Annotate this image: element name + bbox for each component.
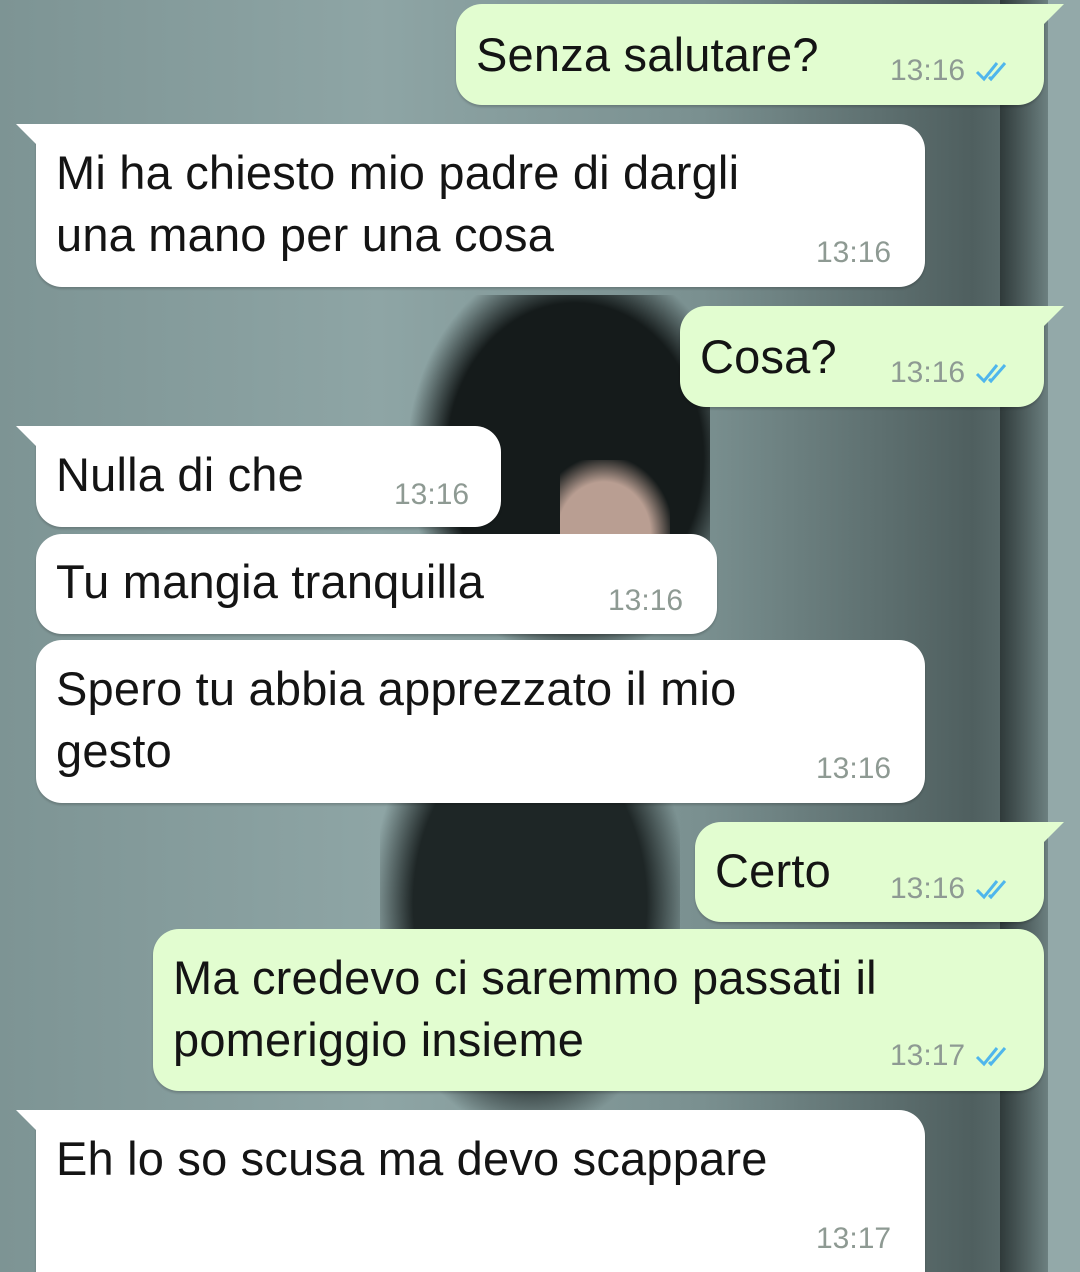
- message-text: Ma credevo ci saremmo passati il pomerig…: [173, 951, 877, 1066]
- message-text: Tu mangia tranquilla: [56, 555, 485, 608]
- bubble-tail: [1042, 4, 1064, 26]
- message-time: 13:16: [394, 478, 470, 511]
- message-bubble-incoming[interactable]: Tu mangia tranquilla 13:16: [36, 534, 717, 634]
- message-meta: 13:16: [890, 54, 1013, 88]
- double-check-icon: [976, 1047, 1007, 1067]
- message-meta: 13:16: [816, 752, 891, 786]
- message-time: 13:16: [816, 752, 892, 785]
- message-meta: 13:16: [816, 236, 891, 270]
- message-meta: 13:17: [890, 1039, 1013, 1073]
- message-meta: 13:16: [394, 478, 469, 512]
- message-bubble-outgoing[interactable]: Certo 13:16: [695, 822, 1064, 922]
- message-bubble-outgoing[interactable]: Ma credevo ci saremmo passati il pomerig…: [153, 929, 1044, 1091]
- message-text: Cosa?: [700, 330, 837, 383]
- message-bubble-incoming[interactable]: Eh lo so scusa ma devo scappare 13:17: [16, 1110, 925, 1272]
- message-text: Certo: [715, 844, 831, 897]
- message-time: 13:16: [608, 584, 684, 617]
- message-time: 13:17: [890, 1039, 966, 1072]
- double-check-icon: [976, 62, 1007, 82]
- bubble-tail: [16, 1110, 38, 1132]
- bubble-tail: [16, 426, 38, 448]
- message-text: Spero tu abbia apprezzato il mio gesto: [56, 662, 737, 777]
- wallpaper-wall-edge: [1048, 0, 1080, 1272]
- message-time: 13:17: [816, 1222, 892, 1255]
- message-text: Nulla di che: [56, 448, 304, 501]
- message-bubble-incoming[interactable]: Nulla di che 13:16: [16, 426, 501, 527]
- message-meta: 13:16: [890, 356, 1013, 390]
- double-check-icon: [976, 880, 1007, 900]
- message-bubble-incoming[interactable]: Spero tu abbia apprezzato il mio gesto 1…: [36, 640, 925, 803]
- bubble-tail: [1042, 822, 1064, 844]
- message-text: Eh lo so scusa ma devo scappare: [56, 1132, 768, 1185]
- message-meta: 13:16: [890, 872, 1013, 906]
- message-time: 13:16: [890, 872, 966, 905]
- message-bubble-outgoing[interactable]: Senza salutare? 13:16: [456, 4, 1064, 105]
- message-meta: 13:16: [608, 584, 683, 618]
- message-text: Senza salutare?: [476, 28, 819, 81]
- message-meta: 13:17: [816, 1222, 891, 1256]
- double-check-icon: [976, 364, 1007, 384]
- message-time: 13:16: [890, 356, 966, 389]
- message-bubble-incoming[interactable]: Mi ha chiesto mio padre di dargli una ma…: [16, 124, 925, 287]
- bubble-tail: [16, 124, 38, 146]
- message-time: 13:16: [890, 54, 966, 87]
- message-time: 13:16: [816, 236, 892, 269]
- message-text: Mi ha chiesto mio padre di dargli una ma…: [56, 146, 740, 261]
- bubble-tail: [1042, 306, 1064, 328]
- message-bubble-outgoing[interactable]: Cosa? 13:16: [680, 306, 1064, 407]
